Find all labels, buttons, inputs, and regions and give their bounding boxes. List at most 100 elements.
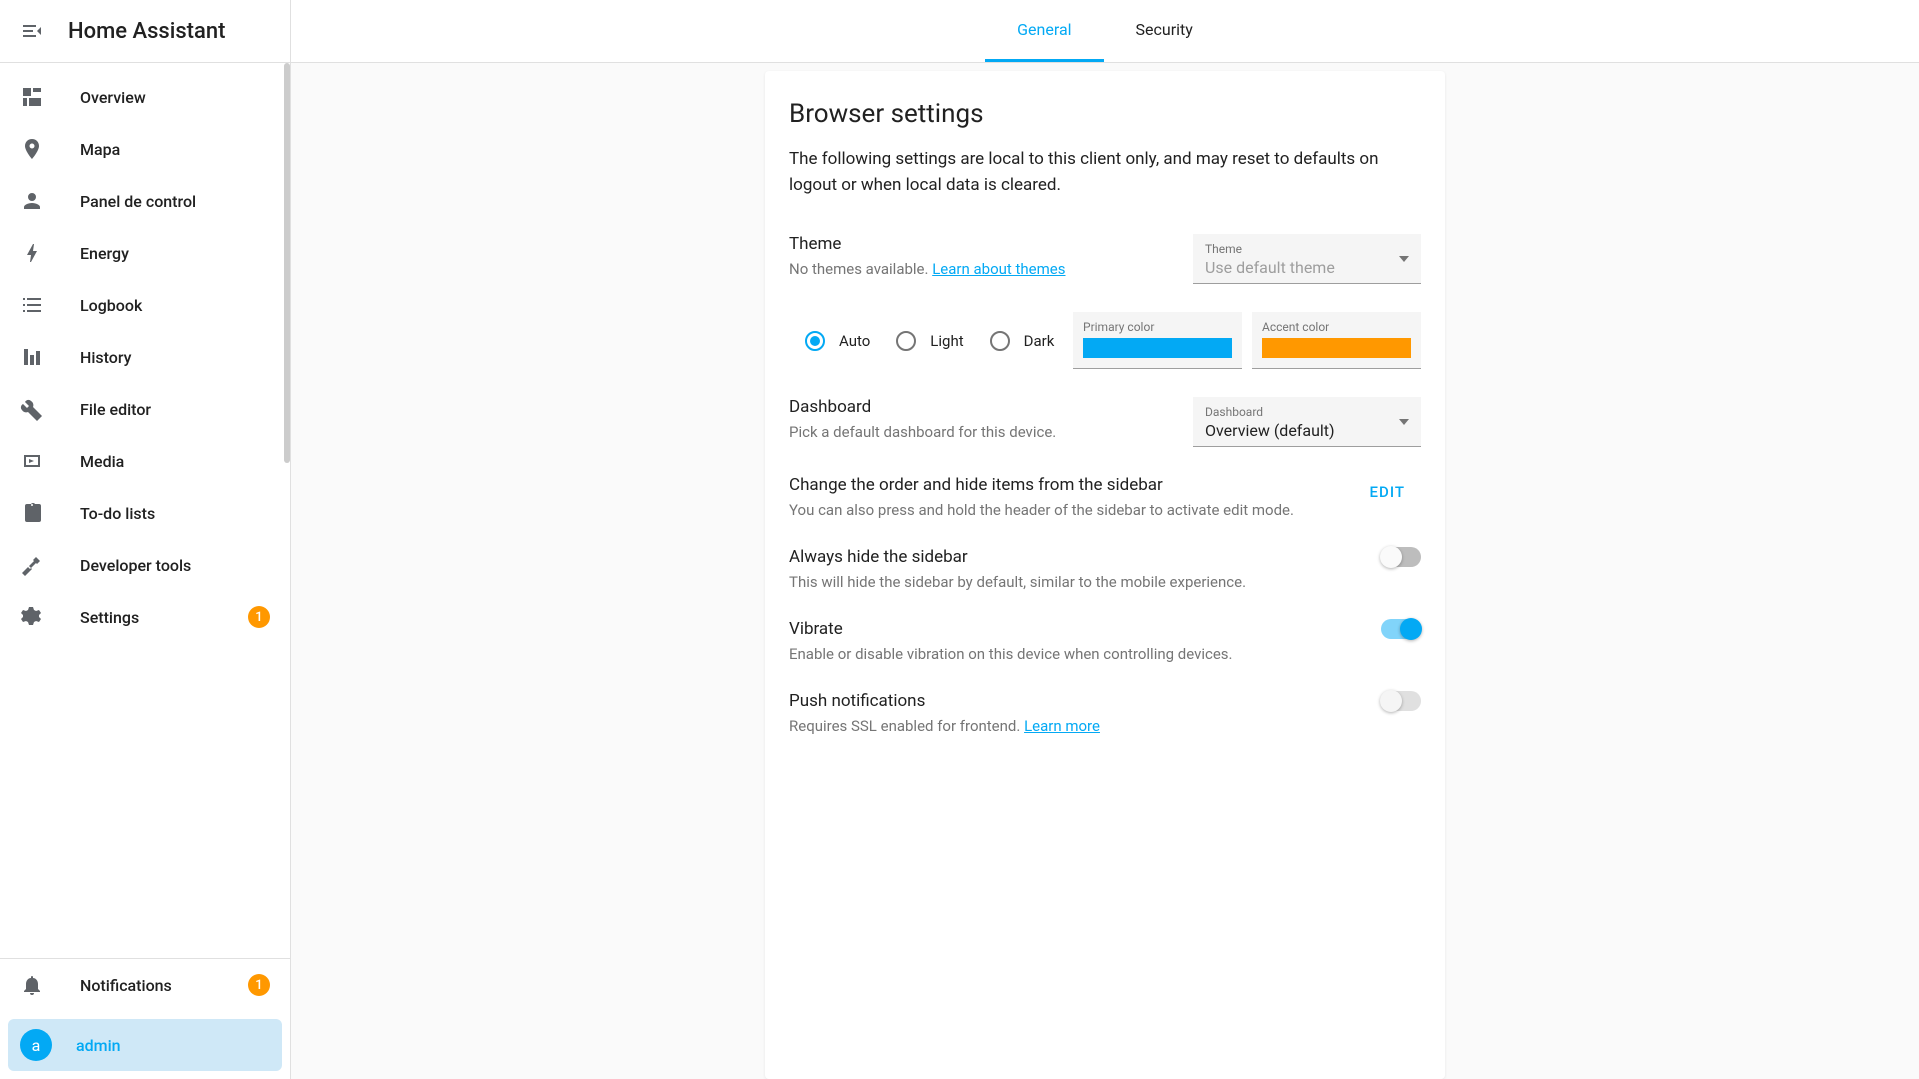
select-label: Theme [1205, 242, 1409, 256]
accent-color-picker[interactable]: Accent color [1252, 312, 1421, 369]
chevron-down-icon [1399, 256, 1409, 262]
settings-card: Browser settings The following settings … [765, 71, 1445, 1079]
radio-icon [990, 331, 1010, 351]
learn-more-link[interactable]: Learn more [1024, 717, 1100, 735]
sidebar-item-history[interactable]: History [0, 331, 290, 383]
sidebar: Home Assistant Overview Mapa Panel de co… [0, 0, 291, 1079]
sidebar-item-label: Media [80, 452, 270, 471]
card-title: Browser settings [789, 99, 1421, 129]
dashboard-select[interactable]: Dashboard Overview (default) [1193, 397, 1421, 447]
primary-color-picker[interactable]: Primary color [1073, 312, 1242, 369]
vibrate-subtitle: Enable or disable vibration on this devi… [789, 645, 1361, 663]
chevron-down-icon [1399, 419, 1409, 425]
sidebar-scroll: Overview Mapa Panel de control Energy Lo… [0, 63, 290, 958]
radio-light[interactable]: Light [896, 331, 963, 351]
sidebar-item-todo[interactable]: To-do lists [0, 487, 290, 539]
history-icon [20, 345, 44, 369]
sidebar-item-mapa[interactable]: Mapa [0, 123, 290, 175]
select-value: Use default theme [1205, 258, 1409, 277]
theme-title: Theme [789, 234, 1173, 254]
sidebar-item-label: History [80, 348, 270, 367]
bell-icon [20, 973, 44, 997]
select-label: Dashboard [1205, 405, 1409, 419]
hide-sidebar-subtitle: This will hide the sidebar by default, s… [789, 573, 1361, 591]
hide-sidebar-toggle[interactable] [1381, 547, 1421, 567]
media-icon [20, 449, 44, 473]
vibrate-toggle[interactable] [1381, 619, 1421, 639]
sidebar-order-subtitle: You can also press and hold the header o… [789, 501, 1334, 519]
hide-sidebar-title: Always hide the sidebar [789, 547, 1361, 567]
sidebar-item-label: Panel de control [80, 192, 270, 211]
sidebar-item-label: Mapa [80, 140, 270, 159]
accent-color-swatch [1262, 338, 1411, 358]
radio-icon [805, 331, 825, 351]
sidebar-item-file-editor[interactable]: File editor [0, 383, 290, 435]
dashboard-title: Dashboard [789, 397, 1173, 417]
person-icon [20, 189, 44, 213]
sidebar-item-media[interactable]: Media [0, 435, 290, 487]
map-icon [20, 137, 44, 161]
dashboard-subtitle: Pick a default dashboard for this device… [789, 423, 1173, 441]
menu-collapse-icon[interactable] [20, 19, 44, 43]
user-name: admin [76, 1036, 121, 1055]
sidebar-item-energy[interactable]: Energy [0, 227, 290, 279]
sidebar-item-developer-tools[interactable]: Developer tools [0, 539, 290, 591]
dashboard-icon [20, 85, 44, 109]
theme-mode-row: Auto Light Dark Primary color [789, 312, 1421, 369]
scrollbar[interactable] [284, 63, 290, 663]
radio-dark[interactable]: Dark [990, 331, 1055, 351]
sidebar-item-label: Logbook [80, 296, 270, 315]
tab-general[interactable]: General [985, 0, 1103, 62]
sidebar-item-settings[interactable]: Settings 1 [0, 591, 290, 643]
push-toggle [1381, 691, 1421, 711]
sidebar-item-logbook[interactable]: Logbook [0, 279, 290, 331]
sidebar-order-row: Change the order and hide items from the… [789, 475, 1421, 519]
radio-label: Light [930, 332, 963, 350]
logbook-icon [20, 293, 44, 317]
sidebar-item-label: Energy [80, 244, 270, 263]
radio-label: Dark [1024, 332, 1055, 350]
hammer-icon [20, 553, 44, 577]
tabs: General Security [291, 0, 1919, 63]
color-pickers: Primary color Accent color [1073, 312, 1421, 369]
sidebar-bottom: Notifications 1 a admin [0, 958, 290, 1079]
sidebar-item-label: Developer tools [80, 556, 270, 575]
sidebar-item-label: To-do lists [80, 504, 270, 523]
avatar: a [20, 1029, 52, 1061]
learn-themes-link[interactable]: Learn about themes [932, 260, 1065, 278]
sidebar-user[interactable]: a admin [8, 1019, 282, 1071]
color-label: Primary color [1083, 320, 1232, 334]
theme-select[interactable]: Theme Use default theme [1193, 234, 1421, 284]
sidebar-order-title: Change the order and hide items from the… [789, 475, 1334, 495]
notifications-badge: 1 [248, 974, 270, 996]
sidebar-item-overview[interactable]: Overview [0, 71, 290, 123]
content: Browser settings The following settings … [291, 63, 1919, 1079]
energy-icon [20, 241, 44, 265]
gear-icon [20, 605, 44, 629]
card-description: The following settings are local to this… [789, 147, 1421, 198]
sidebar-item-label: Notifications [80, 976, 248, 995]
push-subtitle: Requires SSL enabled for frontend. Learn… [789, 717, 1361, 735]
theme-subtitle: No themes available. Learn about themes [789, 260, 1173, 278]
primary-color-swatch [1083, 338, 1232, 358]
sidebar-item-notifications[interactable]: Notifications 1 [0, 959, 290, 1011]
sidebar-header: Home Assistant [0, 0, 290, 63]
push-row: Push notifications Requires SSL enabled … [789, 691, 1421, 735]
radio-auto[interactable]: Auto [805, 331, 870, 351]
vibrate-title: Vibrate [789, 619, 1361, 639]
wrench-icon [20, 397, 44, 421]
tab-security[interactable]: Security [1104, 0, 1225, 62]
hide-sidebar-row: Always hide the sidebar This will hide t… [789, 547, 1421, 591]
color-label: Accent color [1262, 320, 1411, 334]
radio-label: Auto [839, 332, 870, 350]
app-title: Home Assistant [68, 19, 225, 44]
clipboard-icon [20, 501, 44, 525]
sidebar-item-label: Overview [80, 88, 270, 107]
main: General Security Browser settings The fo… [291, 0, 1919, 1079]
select-value: Overview (default) [1205, 421, 1409, 440]
sidebar-item-panel[interactable]: Panel de control [0, 175, 290, 227]
vibrate-row: Vibrate Enable or disable vibration on t… [789, 619, 1421, 663]
theme-row: Theme No themes available. Learn about t… [789, 234, 1421, 284]
edit-button[interactable]: EDIT [1354, 475, 1421, 509]
radio-icon [896, 331, 916, 351]
